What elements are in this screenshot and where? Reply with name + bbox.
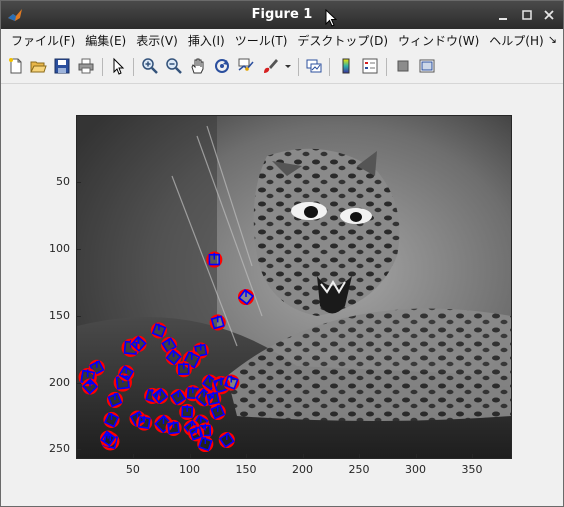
minimize-icon[interactable] bbox=[495, 7, 511, 23]
x-tick-label: 150 bbox=[235, 463, 257, 476]
zoom-out-icon[interactable] bbox=[165, 57, 183, 75]
mouse-cursor-icon bbox=[325, 8, 338, 27]
menu-window[interactable]: ウィンドウ(W) bbox=[393, 32, 484, 49]
menu-tools[interactable]: ツール(T) bbox=[230, 32, 293, 49]
close-icon[interactable] bbox=[541, 7, 557, 23]
legend-icon[interactable] bbox=[361, 57, 379, 75]
x-tick-label: 100 bbox=[179, 463, 200, 476]
link-plot-icon[interactable] bbox=[305, 57, 323, 75]
pointer-arrow-icon[interactable] bbox=[109, 57, 127, 75]
save-icon[interactable] bbox=[53, 57, 71, 75]
toolbar-separator bbox=[329, 58, 330, 76]
y-tick-label: 150 bbox=[49, 308, 70, 322]
window-title: Figure 1 bbox=[251, 7, 313, 22]
y-tick-label: 200 bbox=[49, 375, 70, 389]
x-tick-label: 350 bbox=[461, 463, 483, 476]
x-tick-mark bbox=[415, 454, 417, 458]
menu-insert[interactable]: 挿入(I) bbox=[183, 32, 230, 49]
plot-area[interactable] bbox=[77, 116, 511, 458]
menu-help[interactable]: ヘルプ(H) bbox=[484, 32, 548, 49]
x-tick-label: 200 bbox=[292, 463, 313, 476]
x-tick-mark bbox=[132, 454, 134, 458]
menu-bar: ファイル(F) 編集(E) 表示(V) 挿入(I) ツール(T) デスクトップ(… bbox=[1, 29, 563, 51]
image-axes[interactable] bbox=[76, 115, 512, 459]
colorbar-icon[interactable] bbox=[337, 57, 355, 75]
y-tick-mark bbox=[77, 182, 81, 184]
figure-window: Figure 1 ファイル(F) 編集(E) 表示(V) 挿入(I) ツール(T… bbox=[0, 0, 564, 507]
y-tick-mark bbox=[77, 248, 81, 250]
maximize-icon[interactable] bbox=[519, 7, 535, 23]
x-tick-mark bbox=[302, 454, 304, 458]
title-bar[interactable]: Figure 1 bbox=[1, 1, 563, 29]
zoom-in-icon[interactable] bbox=[141, 57, 159, 75]
menu-file[interactable]: ファイル(F) bbox=[6, 32, 80, 49]
toolbar-separator bbox=[102, 58, 103, 76]
brush-icon[interactable] bbox=[261, 57, 279, 75]
dropdown-arrow-icon[interactable] bbox=[283, 57, 293, 75]
y-tick-label: 50 bbox=[56, 175, 70, 189]
menu-view[interactable]: 表示(V) bbox=[131, 32, 183, 49]
open-file-icon[interactable] bbox=[29, 57, 47, 75]
menu-overflow-icon[interactable]: ↘ bbox=[548, 29, 557, 51]
menu-desktop[interactable]: デスクトップ(D) bbox=[292, 32, 393, 49]
pan-hand-icon[interactable] bbox=[189, 57, 207, 75]
x-tick-mark bbox=[246, 454, 247, 458]
toolbar-separator bbox=[298, 58, 299, 76]
x-tick-label: 50 bbox=[125, 463, 140, 476]
x-tick-mark bbox=[189, 454, 191, 458]
data-cursor-icon[interactable] bbox=[237, 57, 255, 75]
y-tick-label: 100 bbox=[49, 241, 70, 255]
y-tick-mark bbox=[77, 449, 81, 451]
x-tick-label: 300 bbox=[405, 463, 426, 476]
show-plot-tools-icon[interactable] bbox=[418, 57, 436, 75]
ocelot-photo bbox=[77, 116, 511, 458]
toolbar-separator bbox=[133, 58, 134, 76]
x-tick-label: 250 bbox=[348, 463, 370, 476]
figure-toolbar bbox=[1, 51, 563, 84]
rotate-3d-icon[interactable] bbox=[213, 57, 231, 75]
x-tick-mark bbox=[359, 454, 360, 458]
y-tick-mark bbox=[77, 382, 81, 384]
print-icon[interactable] bbox=[77, 57, 95, 75]
toolbar-separator bbox=[386, 58, 387, 76]
x-tick-mark bbox=[472, 454, 473, 458]
y-tick-mark bbox=[77, 315, 81, 317]
y-tick-label: 250 bbox=[49, 442, 70, 456]
new-figure-icon[interactable] bbox=[7, 57, 25, 75]
menu-edit[interactable]: 編集(E) bbox=[80, 32, 131, 49]
hide-plot-tools-icon[interactable] bbox=[394, 57, 412, 75]
figure-canvas[interactable]: 50 100 150 200 250 50 100 150 200 250 300 350 bbox=[1, 84, 563, 506]
